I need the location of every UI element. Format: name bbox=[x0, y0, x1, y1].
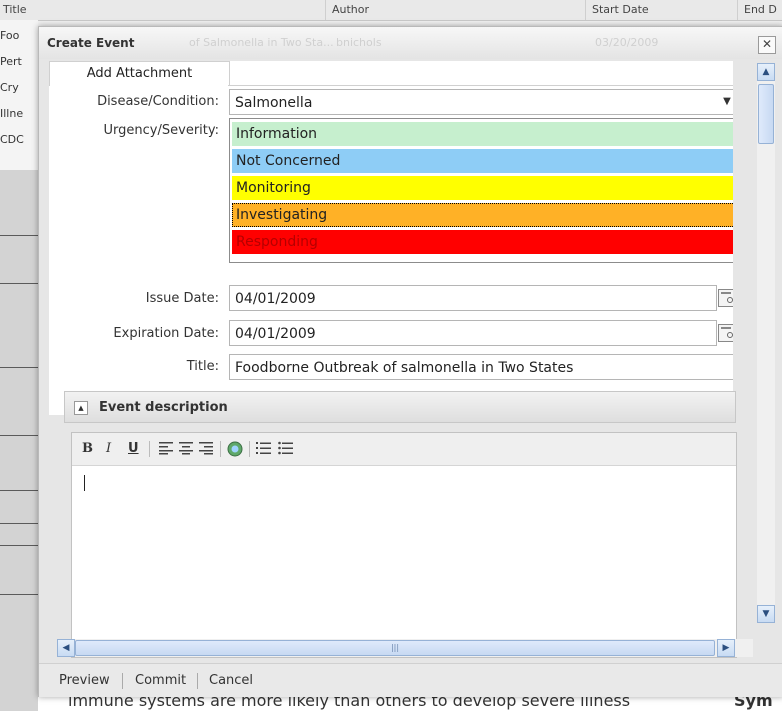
calendar-icon[interactable] bbox=[718, 324, 733, 342]
calendar-icon[interactable] bbox=[718, 289, 733, 307]
ghost-date: 03/20/2009 bbox=[595, 36, 659, 49]
urgency-option-monitoring[interactable]: Monitoring bbox=[232, 176, 733, 200]
divider bbox=[0, 523, 38, 524]
cancel-button[interactable]: Cancel bbox=[209, 673, 253, 688]
tab-underline bbox=[228, 85, 733, 86]
divider bbox=[0, 490, 38, 491]
bg-row[interactable]: Foo bbox=[0, 29, 38, 42]
dialog-title: Create Event bbox=[47, 36, 135, 50]
divider bbox=[0, 545, 38, 546]
footer-separator bbox=[197, 673, 198, 689]
bg-row[interactable]: Pert bbox=[0, 55, 38, 68]
bg-col-author: Author bbox=[332, 3, 370, 16]
title-input[interactable]: Foodborne Outbreak of salmonella in Two … bbox=[229, 354, 733, 380]
create-event-dialog: Create Event of Salmonella in Two Sta...… bbox=[38, 26, 782, 697]
issue-date-label: Issue Date: bbox=[145, 291, 219, 306]
numbered-list-icon[interactable] bbox=[256, 441, 272, 457]
bullet-list-icon[interactable] bbox=[278, 441, 294, 457]
expiration-date-input[interactable]: 04/01/2009 bbox=[229, 320, 717, 346]
title-value: Foodborne Outbreak of salmonella in Two … bbox=[235, 360, 574, 376]
title-label: Title: bbox=[186, 359, 219, 374]
bg-col-title: Title bbox=[3, 3, 27, 16]
divider bbox=[0, 594, 38, 595]
scroll-down-icon[interactable]: ▼ bbox=[757, 605, 775, 623]
dialog-footer: Preview Commit Cancel bbox=[39, 663, 782, 697]
divider bbox=[0, 367, 38, 368]
scroll-up-icon[interactable]: ▲ bbox=[757, 63, 775, 81]
scroll-thumb[interactable] bbox=[758, 84, 774, 144]
bg-col-divider bbox=[737, 0, 738, 20]
rich-text-editor[interactable]: B I U bbox=[71, 432, 737, 658]
divider bbox=[0, 283, 38, 284]
bg-row[interactable]: Cry bbox=[0, 81, 38, 94]
disease-value: Salmonella bbox=[235, 95, 313, 111]
issue-date-value: 04/01/2009 bbox=[235, 291, 316, 307]
close-icon[interactable]: ✕ bbox=[758, 36, 776, 54]
toolbar-separator bbox=[220, 441, 221, 457]
text-caret bbox=[84, 475, 85, 491]
bg-col-end-date: End D bbox=[744, 3, 777, 16]
toolbar-separator bbox=[149, 441, 150, 457]
divider bbox=[0, 435, 38, 436]
event-form: Add Attachment Disease/Condition: Salmon… bbox=[49, 61, 733, 415]
expiration-date-label: Expiration Date: bbox=[113, 326, 219, 341]
bg-col-divider bbox=[325, 0, 326, 20]
issue-date-input[interactable]: 04/01/2009 bbox=[229, 285, 717, 311]
editor-toolbar: B I U bbox=[72, 433, 736, 466]
urgency-listbox[interactable]: Information Not Concerned Monitoring Inv… bbox=[229, 118, 733, 263]
event-description-title: Event description bbox=[99, 400, 228, 415]
bg-col-start-date: Start Date bbox=[592, 3, 649, 16]
divider bbox=[0, 235, 38, 236]
align-left-icon[interactable] bbox=[158, 441, 174, 457]
chevron-down-icon[interactable]: ▼ bbox=[716, 91, 733, 113]
bg-grid-header: Title Author Start Date End D bbox=[0, 0, 782, 21]
expiration-date-value: 04/01/2009 bbox=[235, 326, 316, 342]
disease-select[interactable]: Salmonella bbox=[229, 89, 733, 115]
urgency-option-information[interactable]: Information bbox=[232, 122, 733, 146]
urgency-option-responding[interactable]: Responding bbox=[232, 230, 733, 254]
ghost-title: of Salmonella in Two Sta... bbox=[189, 36, 334, 49]
preview-button[interactable]: Preview bbox=[59, 673, 110, 688]
disease-label: Disease/Condition: bbox=[97, 94, 219, 109]
bg-row[interactable]: Illne bbox=[0, 107, 38, 120]
footer-separator bbox=[122, 673, 123, 689]
add-attachment-tab[interactable]: Add Attachment bbox=[49, 61, 230, 86]
align-right-icon[interactable] bbox=[198, 441, 214, 457]
collapse-icon[interactable]: ▲ bbox=[74, 401, 88, 415]
urgency-option-investigating[interactable]: Investigating bbox=[232, 203, 733, 227]
scroll-right-icon[interactable]: ▶ bbox=[717, 639, 735, 657]
scroll-left-icon[interactable]: ◀ bbox=[57, 639, 75, 657]
link-icon[interactable] bbox=[227, 441, 243, 457]
event-description-header[interactable]: ▲ Event description bbox=[64, 391, 736, 423]
ghost-author: bnichols bbox=[336, 36, 382, 49]
horizontal-scrollbar[interactable]: ◀ ||| ▶ bbox=[57, 639, 753, 657]
bg-col-divider bbox=[585, 0, 586, 20]
commit-button[interactable]: Commit bbox=[135, 673, 186, 688]
scroll-thumb[interactable]: ||| bbox=[75, 640, 715, 656]
underline-button[interactable]: U bbox=[128, 441, 139, 457]
toolbar-separator bbox=[249, 441, 250, 457]
italic-button[interactable]: I bbox=[106, 441, 111, 457]
urgency-option-not-concerned[interactable]: Not Concerned bbox=[232, 149, 733, 173]
bold-button[interactable]: B bbox=[82, 441, 93, 457]
align-center-icon[interactable] bbox=[178, 441, 194, 457]
vertical-scrollbar[interactable]: ▲ ▼ bbox=[757, 63, 775, 623]
dialog-titlebar[interactable]: Create Event of Salmonella in Two Sta...… bbox=[39, 27, 782, 59]
urgency-label: Urgency/Severity: bbox=[103, 123, 219, 138]
bg-row[interactable]: CDC bbox=[0, 133, 38, 146]
bg-content-area bbox=[0, 170, 38, 711]
